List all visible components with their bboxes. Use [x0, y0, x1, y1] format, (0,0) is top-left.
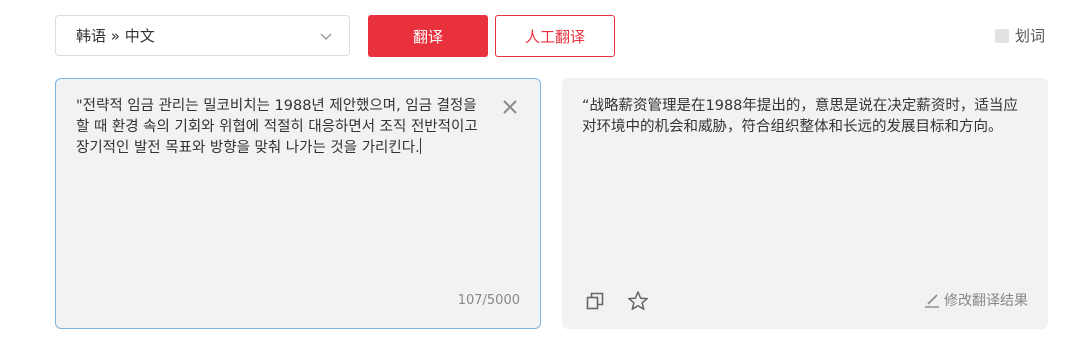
source-input-pane[interactable]: "전략적 임금 관리는 밀코비치는 1988년 제안했으며, 임금 결정을 할 …: [55, 78, 541, 329]
close-icon[interactable]: [500, 97, 520, 117]
word-select-checkbox[interactable]: [995, 28, 1009, 43]
language-select[interactable]: 韩语 » 中文: [55, 15, 350, 56]
word-select-label: 划词: [1015, 27, 1046, 45]
translate-button[interactable]: 翻译: [368, 15, 488, 57]
char-count: 107/5000: [457, 293, 520, 308]
pencil-icon: [925, 294, 939, 308]
word-select-toggle[interactable]: 划词: [995, 25, 1045, 46]
source-text[interactable]: "전략적 임금 관리는 밀코비치는 1988년 제안했으며, 임금 결정을 할 …: [76, 96, 486, 159]
translation-text: “战略薪资管理是在1988年提出的，意思是说在决定薪资时，适当应对环境中的机会和…: [582, 98, 1018, 135]
translation-output-pane: “战略薪资管理是在1988年提出的，意思是说在决定薪资时，适当应对环境中的机会和…: [562, 78, 1048, 329]
star-icon[interactable]: [627, 290, 649, 312]
translator-app: 韩语 » 中文 翻译 人工翻译 划词 "전략적 임금 관리는 밀코비치는 198…: [0, 0, 1080, 361]
edit-translation-button[interactable]: 修改翻译结果: [924, 290, 1028, 310]
language-pair-label: 韩语 » 中文: [76, 27, 155, 45]
edit-translation-label: 修改翻译结果: [944, 293, 1028, 309]
human-translate-button[interactable]: 人工翻译: [495, 15, 615, 57]
source-text-content: "전략적 임금 관리는 밀코비치는 1988년 제안했으며, 임금 결정을 할 …: [76, 98, 483, 156]
copy-icon[interactable]: [585, 291, 605, 311]
chevron-down-icon: [320, 33, 332, 40]
text-caret: [419, 138, 421, 154]
